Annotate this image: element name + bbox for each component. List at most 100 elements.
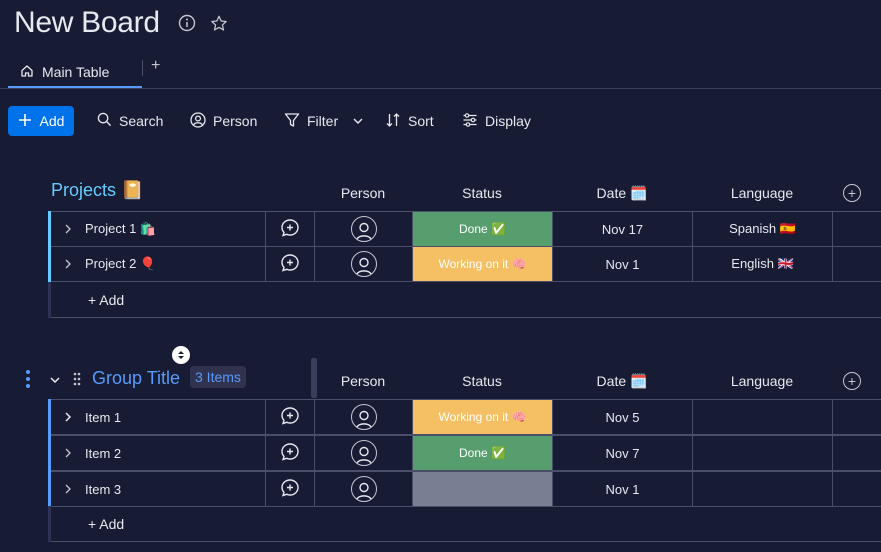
person-filter-button[interactable]: Person <box>190 106 257 136</box>
language-cell[interactable]: English 🇬🇧 <box>692 247 832 281</box>
language-cell[interactable] <box>692 472 832 506</box>
add-update-icon[interactable] <box>280 442 300 465</box>
language-value: English 🇬🇧 <box>731 256 794 271</box>
group-title[interactable]: Group Title <box>92 368 180 389</box>
language-cell[interactable] <box>692 436 832 470</box>
add-button-label: Add <box>39 113 65 129</box>
add-update-icon[interactable] <box>280 406 300 429</box>
column-header-person[interactable]: Person <box>314 373 412 389</box>
person-avatar-icon[interactable] <box>350 216 377 242</box>
date-cell[interactable]: Nov 1 <box>552 247 692 281</box>
status-label: Working on it 🧠 <box>438 410 527 424</box>
language-cell[interactable] <box>692 400 832 434</box>
person-cell[interactable] <box>314 472 412 506</box>
person-avatar-icon[interactable] <box>350 476 377 502</box>
item-name-cell[interactable]: Item 2 <box>51 436 265 470</box>
updates-cell[interactable] <box>265 247 314 281</box>
search-button[interactable]: Search <box>97 106 163 136</box>
date-cell[interactable]: Nov 5 <box>552 400 692 434</box>
add-item-label[interactable]: + Add <box>88 506 124 541</box>
status-fill <box>413 472 552 506</box>
add-item-button[interactable]: Add <box>8 106 74 136</box>
add-item-label[interactable]: + Add <box>88 282 124 317</box>
person-icon <box>190 111 206 131</box>
add-item-row[interactable]: + Add <box>48 506 881 542</box>
display-button[interactable]: Display <box>462 106 531 136</box>
search-label: Search <box>119 113 164 129</box>
chevron-down-icon[interactable] <box>49 373 61 391</box>
status-cell[interactable] <box>412 472 552 506</box>
empty-cell <box>832 400 881 434</box>
add-update-icon[interactable] <box>280 218 300 241</box>
table-row[interactable]: Project 2 🎈 Working on it 🧠 Nov 1 Englis… <box>48 246 881 282</box>
add-item-row[interactable]: + Add <box>48 282 881 318</box>
home-icon <box>20 64 34 81</box>
date-cell[interactable]: Nov 17 <box>552 212 692 246</box>
table-row[interactable]: Item 3 Nov 1 <box>48 471 881 507</box>
status-cell[interactable]: Working on it 🧠 <box>412 247 552 281</box>
item-name-cell[interactable]: Item 1 <box>51 400 265 434</box>
add-view-icon[interactable]: + <box>151 57 160 75</box>
plus-icon <box>18 113 32 130</box>
status-cell[interactable]: Working on it 🧠 <box>412 400 552 434</box>
search-icon <box>97 112 112 130</box>
add-update-icon[interactable] <box>280 478 300 501</box>
column-header-status[interactable]: Status <box>412 373 552 389</box>
tab-main-table[interactable]: Main Table <box>8 56 121 88</box>
empty-cell <box>832 436 881 470</box>
chevron-right-icon[interactable] <box>63 482 73 497</box>
language-cell[interactable]: Spanish 🇪🇸 <box>692 212 832 246</box>
date-value: Nov 5 <box>605 409 640 425</box>
person-cell[interactable] <box>314 400 412 434</box>
chevron-right-icon[interactable] <box>63 257 73 272</box>
drag-handle-icon[interactable] <box>72 372 82 391</box>
updates-cell[interactable] <box>265 472 314 506</box>
item-name-cell[interactable]: Project 1 🛍️ <box>51 212 265 246</box>
add-update-icon[interactable] <box>280 253 300 276</box>
column-header-language[interactable]: Language <box>692 185 832 201</box>
person-cell[interactable] <box>314 247 412 281</box>
table-row[interactable]: Project 1 🛍️ Done ✅ Nov 17 Spanish 🇪🇸 <box>48 211 881 247</box>
chevron-right-icon[interactable] <box>63 446 73 461</box>
star-icon[interactable] <box>210 14 228 32</box>
group-menu-icon[interactable] <box>24 369 32 394</box>
chevron-down-icon[interactable] <box>352 106 364 136</box>
group-title-projects[interactable]: Projects 📔 <box>51 180 143 201</box>
column-header-language[interactable]: Language <box>692 373 832 389</box>
date-cell[interactable]: Nov 1 <box>552 472 692 506</box>
status-cell[interactable]: Done ✅ <box>412 212 552 246</box>
table-row[interactable]: Item 2 Done ✅ Nov 7 <box>48 435 881 471</box>
person-cell[interactable] <box>314 436 412 470</box>
status-cell[interactable]: Done ✅ <box>412 436 552 470</box>
date-value: Nov 7 <box>605 445 640 461</box>
date-value: Nov 1 <box>605 256 640 272</box>
column-header-date[interactable]: Date 🗓️ <box>552 373 692 390</box>
add-column-icon[interactable]: + <box>843 184 861 202</box>
filter-button[interactable]: Filter <box>284 106 338 136</box>
item-name-cell[interactable]: Item 3 <box>51 472 265 506</box>
sort-button[interactable]: Sort <box>385 106 434 136</box>
display-label: Display <box>485 113 531 129</box>
add-column-icon[interactable]: + <box>843 372 861 390</box>
date-cell[interactable]: Nov 7 <box>552 436 692 470</box>
updates-cell[interactable] <box>265 212 314 246</box>
updates-cell[interactable] <box>265 436 314 470</box>
table-row[interactable]: Item 1 Working on it 🧠 Nov 5 <box>48 399 881 435</box>
collapse-toggle-icon[interactable] <box>172 346 190 364</box>
column-header-date[interactable]: Date 🗓️ <box>552 185 692 202</box>
person-avatar-icon[interactable] <box>350 440 377 466</box>
person-avatar-icon[interactable] <box>350 404 377 430</box>
item-name-cell[interactable]: Project 2 🎈 <box>51 247 265 281</box>
column-header-status[interactable]: Status <box>412 185 552 201</box>
updates-cell[interactable] <box>265 400 314 434</box>
person-cell[interactable] <box>314 212 412 246</box>
status-label: Done ✅ <box>459 446 506 460</box>
person-avatar-icon[interactable] <box>350 251 377 277</box>
chevron-right-icon[interactable] <box>63 222 73 237</box>
column-header-person[interactable]: Person <box>314 185 412 201</box>
sliders-icon <box>462 112 478 131</box>
status-label: Working on it 🧠 <box>438 257 527 271</box>
chevron-right-icon[interactable] <box>63 410 73 425</box>
info-icon[interactable] <box>178 14 196 32</box>
sort-label: Sort <box>408 113 434 129</box>
